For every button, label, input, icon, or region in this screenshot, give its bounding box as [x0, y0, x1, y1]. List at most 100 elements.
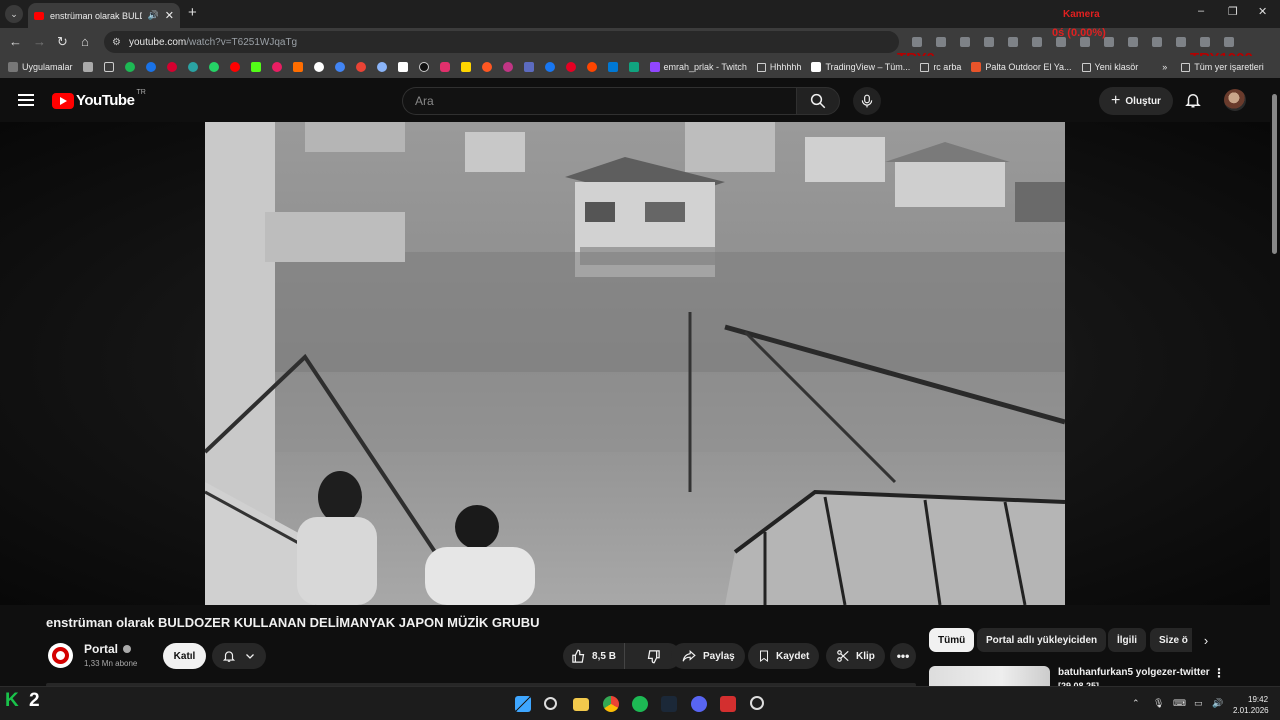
account-avatar[interactable]	[1224, 89, 1246, 111]
forward-icon[interactable]: →	[33, 34, 46, 49]
clip-button[interactable]: Klip	[826, 643, 885, 669]
recommendation-more-icon[interactable]: ⋮	[1213, 666, 1225, 680]
tray-overflow-icon[interactable]: ⌃	[1132, 698, 1140, 709]
bookmark-icon[interactable]	[166, 62, 177, 72]
close-window-button[interactable]: ✕	[1258, 5, 1267, 18]
tray-mic-icon[interactable]: 🎙	[1153, 698, 1164, 709]
chatgpt-icon[interactable]	[628, 62, 639, 72]
extension-icon[interactable]	[936, 37, 946, 47]
kick-icon[interactable]	[250, 62, 261, 72]
spotify-icon[interactable]	[632, 696, 648, 712]
page-scrollbar[interactable]	[1270, 78, 1280, 686]
bookmark-folder[interactable]: Yeni klasör	[1081, 62, 1138, 72]
bookmark-icon[interactable]	[271, 62, 282, 72]
outlook-icon[interactable]	[607, 62, 618, 72]
save-button[interactable]: Kaydet	[748, 643, 820, 669]
bookmark-palta[interactable]: Palta Outdoor El Ya...	[971, 62, 1072, 72]
chip-from-uploader[interactable]: Portal adlı yükleyiciden	[977, 628, 1107, 652]
chip-all[interactable]: Tümü	[929, 628, 975, 652]
channel-avatar[interactable]	[48, 643, 73, 668]
create-button[interactable]: + Oluştur	[1099, 87, 1173, 115]
bookmark-icon[interactable]	[187, 62, 198, 72]
bookmark-twitch[interactable]: emrah_prlak - Twitch	[649, 62, 747, 72]
home-icon[interactable]: ⌂	[81, 34, 89, 49]
discord-icon[interactable]	[691, 696, 707, 712]
extension-icon[interactable]	[960, 37, 970, 47]
voice-search-button[interactable]	[853, 87, 881, 115]
grid-icon[interactable]	[82, 62, 93, 72]
bookmark-icon[interactable]	[502, 62, 513, 72]
x-icon[interactable]	[397, 62, 408, 72]
subscription-notification-button[interactable]	[212, 643, 266, 669]
maximize-button[interactable]: ❐	[1228, 5, 1238, 18]
tray-display-icon[interactable]: ▭	[1194, 698, 1203, 709]
extension-icon[interactable]	[984, 37, 994, 47]
google-icon[interactable]	[313, 62, 324, 72]
bookmark-folder[interactable]: rc arba	[920, 62, 961, 72]
extension-icon[interactable]	[1200, 37, 1210, 47]
spotify-icon[interactable]	[124, 62, 135, 72]
whatsapp-icon[interactable]	[208, 62, 219, 72]
bookmark-icon[interactable]	[481, 62, 492, 72]
tab-active[interactable]: enstrüman olarak BULDOZER 🔊 ✕	[28, 3, 180, 28]
bookmark-folder[interactable]: Hhhhhh	[756, 62, 801, 72]
tab-close-icon[interactable]: ✕	[165, 9, 174, 22]
extension-icon[interactable]	[1032, 37, 1042, 47]
steam-icon[interactable]	[661, 696, 677, 712]
bookmark-icon[interactable]	[523, 62, 534, 72]
share-button[interactable]: Paylaş	[671, 643, 745, 669]
channel-name[interactable]: Portal	[84, 642, 132, 656]
pinterest-icon[interactable]	[565, 62, 576, 72]
extension-icon[interactable]	[1224, 37, 1234, 47]
bookmark-icon[interactable]	[145, 62, 156, 72]
more-actions-button[interactable]: •••	[890, 643, 916, 669]
bookmark-icon[interactable]	[292, 62, 303, 72]
clock-time[interactable]: 19:42	[1248, 695, 1268, 704]
clock-date[interactable]: 2.01.2026	[1233, 706, 1269, 715]
windows-start-icon[interactable]	[515, 696, 531, 712]
join-button[interactable]: Katıl	[163, 643, 206, 669]
bookmark-icon[interactable]	[460, 62, 471, 72]
bookmarks-overflow[interactable]: »	[1162, 62, 1167, 72]
extension-icon[interactable]	[1008, 37, 1018, 47]
extension-icon[interactable]	[1152, 37, 1162, 47]
recommendation-title[interactable]: batuhanfurkan5 yolgezer-twitter	[1058, 667, 1210, 678]
folder-icon[interactable]	[103, 62, 114, 72]
minimize-button[interactable]: –	[1198, 5, 1204, 17]
like-button[interactable]: 8,5 B	[563, 643, 625, 669]
hamburger-menu-icon[interactable]	[18, 94, 34, 106]
scrollbar-thumb[interactable]	[1272, 94, 1277, 254]
taskbar-search-icon[interactable]	[544, 697, 557, 710]
google-icon[interactable]	[334, 62, 345, 72]
search-input[interactable]: Ara	[402, 87, 796, 115]
chip-for-you[interactable]: Size ö	[1150, 628, 1192, 652]
tab-search-icon[interactable]: ⌄	[5, 5, 23, 23]
tiktok-icon[interactable]	[418, 62, 429, 72]
extension-icon[interactable]	[1176, 37, 1186, 47]
youtube-logo[interactable]: YouTube TR	[52, 89, 146, 109]
extension-icon[interactable]	[912, 37, 922, 47]
instagram-icon[interactable]	[439, 62, 450, 72]
tray-keyboard-icon[interactable]: ⌨	[1173, 698, 1186, 709]
reload-icon[interactable]: ↻	[57, 34, 68, 50]
speaker-icon[interactable]: 🔊	[148, 10, 159, 21]
chevron-right-icon[interactable]: ›	[1196, 628, 1216, 652]
file-explorer-icon[interactable]	[573, 698, 589, 711]
chip-related[interactable]: İlgili	[1108, 628, 1146, 652]
bookmark-tradingview[interactable]: TradingView – Tüm...	[811, 62, 910, 72]
reddit-icon[interactable]	[586, 62, 597, 72]
search-button[interactable]	[796, 87, 840, 115]
recommendation-thumbnail[interactable]	[929, 666, 1050, 686]
obs-icon[interactable]	[750, 696, 764, 710]
notifications-bell-icon[interactable]	[1184, 91, 1202, 109]
tray-volume-icon[interactable]: 🔊	[1212, 698, 1223, 709]
app-icon[interactable]	[720, 696, 736, 712]
chrome-icon[interactable]	[603, 696, 619, 712]
all-bookmarks[interactable]: Tüm yer işaretleri	[1181, 62, 1264, 72]
new-tab-button[interactable]: +	[188, 4, 197, 21]
youtube-icon[interactable]	[229, 62, 240, 72]
bookmark-icon[interactable]	[376, 62, 387, 72]
video-frame[interactable]	[205, 122, 1065, 605]
bookmark-apps[interactable]: Uygulamalar	[8, 62, 73, 72]
gmail-icon[interactable]	[355, 62, 366, 72]
